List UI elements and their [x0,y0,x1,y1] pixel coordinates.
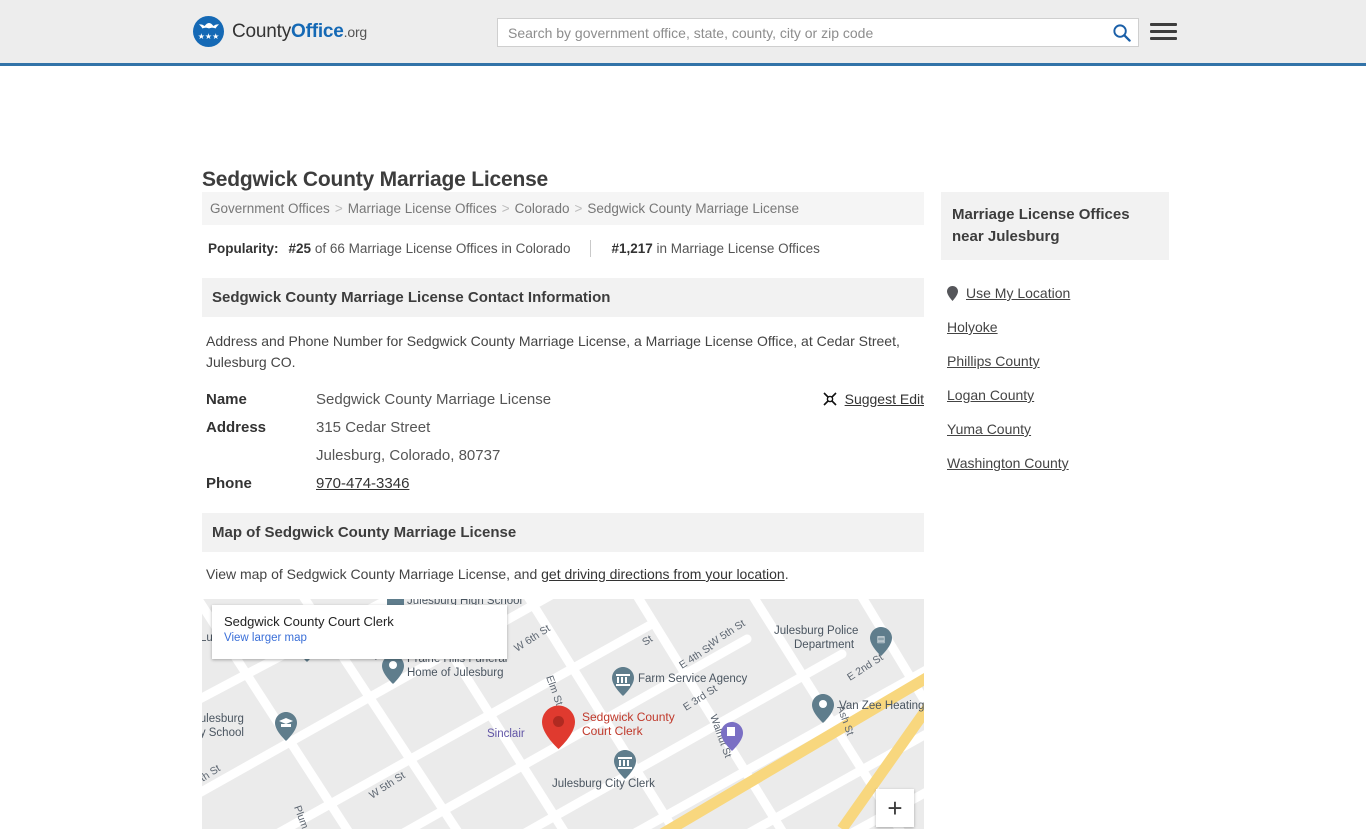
poi-label: Sinclair [487,728,525,740]
main-column: Government Offices > Marriage License Offi… [202,192,924,829]
sidebar-link[interactable]: Logan County [947,387,1034,403]
sidebar-list: Use My Location Holyoke Phillips County … [941,276,1169,480]
site-header: ★★★ CountyOffice.org [0,0,1366,66]
breadcrumb: Government Offices > Marriage License Offi… [202,192,924,225]
svg-text:▤: ▤ [877,634,886,644]
contact-value-phone[interactable]: 970-474-3346 [316,475,409,492]
contact-key: Phone [206,475,252,492]
breadcrumb-item-2[interactable]: Colorado [515,201,570,216]
search-bar[interactable] [497,18,1139,47]
contact-key [206,447,316,464]
popularity-national-text: in Marriage License Offices [656,241,820,256]
poi-label: Julesburg [202,713,244,725]
sidebar-item-holyoke[interactable]: Holyoke [941,310,1169,344]
poi-label: Julesburg Police [774,625,858,637]
hamburger-bar [1150,23,1177,26]
contact-details: Suggest Edit Name Sedgwick County Marria… [202,391,924,492]
suggest-edit-icon [823,392,837,406]
map-section-heading: Map of Sedgwick County Marriage License [202,513,924,552]
contact-key: Address [206,419,267,436]
view-larger-map-link[interactable]: View larger map [224,632,495,644]
hamburger-bar [1150,30,1177,33]
driving-directions-link[interactable]: get driving directions from your locatio… [541,566,785,582]
sidebar-item-washington-county[interactable]: Washington County [941,446,1169,480]
poi-label: ntary School [202,727,244,739]
suggest-edit-label: Suggest Edit [844,391,924,407]
sidebar-link[interactable]: Holyoke [947,319,998,335]
map-info-card[interactable]: Sedgwick County Court Clerk View larger … [212,605,507,659]
brand-wordmark: CountyOffice.org [232,21,367,43]
eagle-icon [198,23,219,29]
stars-icon: ★★★ [197,32,220,41]
search-icon [1112,24,1131,42]
search-button[interactable] [1104,19,1138,46]
eagle-stars-emblem-icon: ★★★ [193,16,224,47]
sidebar-link[interactable]: Phillips County [947,353,1040,369]
sidebar-link[interactable]: Yuma County [947,421,1031,437]
sidebar-item-logan-county[interactable]: Logan County [941,378,1169,412]
sidebar-link[interactable]: Washington County [947,455,1069,471]
poi-label: Van Zee Heating and A [839,700,924,712]
map-marker-label-line2: Court Clerk [582,724,644,738]
map-zoom-in-button[interactable]: + [876,789,914,827]
contact-key: Name [206,391,247,408]
contact-row-phone: Phone 970-474-3346 [206,475,920,492]
contact-row-name: Name Sedgwick County Marriage License [206,391,920,408]
sidebar-item-yuma-county[interactable]: Yuma County [941,412,1169,446]
popularity-row: Popularity: #25 of 66 Marriage License O… [202,240,924,257]
popularity-national-rank: #1,217 [611,241,653,256]
hamburger-menu-icon[interactable] [1150,18,1177,45]
breadcrumb-item-0[interactable]: Government Offices [210,201,330,216]
poi-label: Home of Julesburg [407,667,504,679]
use-my-location-link[interactable]: Use My Location [966,285,1070,301]
breadcrumb-separator: > [574,201,583,216]
map-pin-icon [947,285,958,301]
sidebar-heading: Marriage License Offices near Julesburg [941,192,1169,260]
map-marker-label-line1: Sedgwick County [582,710,675,724]
brand-part-org: .org [343,23,368,40]
breadcrumb-separator: > [334,201,343,216]
sidebar: Marriage License Offices near Julesburg … [941,192,1169,480]
map-desc-before: View map of Sedgwick County Marriage Lic… [206,566,542,582]
contact-description: Address and Phone Number for Sedgwick Co… [206,333,900,370]
hamburger-bar [1150,37,1177,40]
popularity-state-rank: #25 [288,241,312,256]
breadcrumb-separator: > [501,201,510,216]
contact-value-citystate: Julesburg, Colorado, 80737 [316,447,501,464]
popularity-state: #25 of 66 Marriage License Offices in Co… [289,241,571,256]
search-input[interactable] [498,19,1104,46]
sidebar-item-phillips-county[interactable]: Phillips County [941,344,1169,378]
poi-label: Department [794,639,855,651]
contact-row-citystate: Julesburg, Colorado, 80737 [206,447,920,464]
brand-part-office: Office [291,20,344,42]
page-title: Sedgwick County Marriage License [202,168,549,192]
popularity-label: Popularity: [208,241,279,256]
map-embed[interactable]: W 7 W 6th St St W 5th St Elm St E 4th St… [202,599,924,829]
suggest-edit-button[interactable]: Suggest Edit [822,391,924,407]
popularity-national: #1,217 in Marriage License Offices [611,241,819,256]
poi-label: Julesburg City Clerk [552,778,655,790]
popularity-state-text: of 66 Marriage License Offices in Colora… [314,241,571,256]
breadcrumb-item-3: Sedgwick County Marriage License [587,201,799,216]
site-logo[interactable]: ★★★ CountyOffice.org [193,16,367,47]
popularity-divider [590,240,592,257]
brand-part-county: County [232,20,292,42]
contact-value-street: 315 Cedar Street [316,419,431,436]
contact-section-heading: Sedgwick County Marriage License Contact… [202,278,924,317]
breadcrumb-item-1[interactable]: Marriage License Offices [348,201,497,216]
sidebar-item-use-my-location[interactable]: Use My Location [941,276,1169,310]
contact-row-address: Address 315 Cedar Street [206,419,920,436]
contact-value-name: Sedgwick County Marriage License [316,391,552,408]
poi-label: Farm Service Agency [638,673,748,685]
map-description: View map of Sedgwick County Marriage Lic… [202,566,924,582]
map-card-title: Sedgwick County Court Clerk [224,614,394,629]
map-desc-after: . [784,566,789,582]
